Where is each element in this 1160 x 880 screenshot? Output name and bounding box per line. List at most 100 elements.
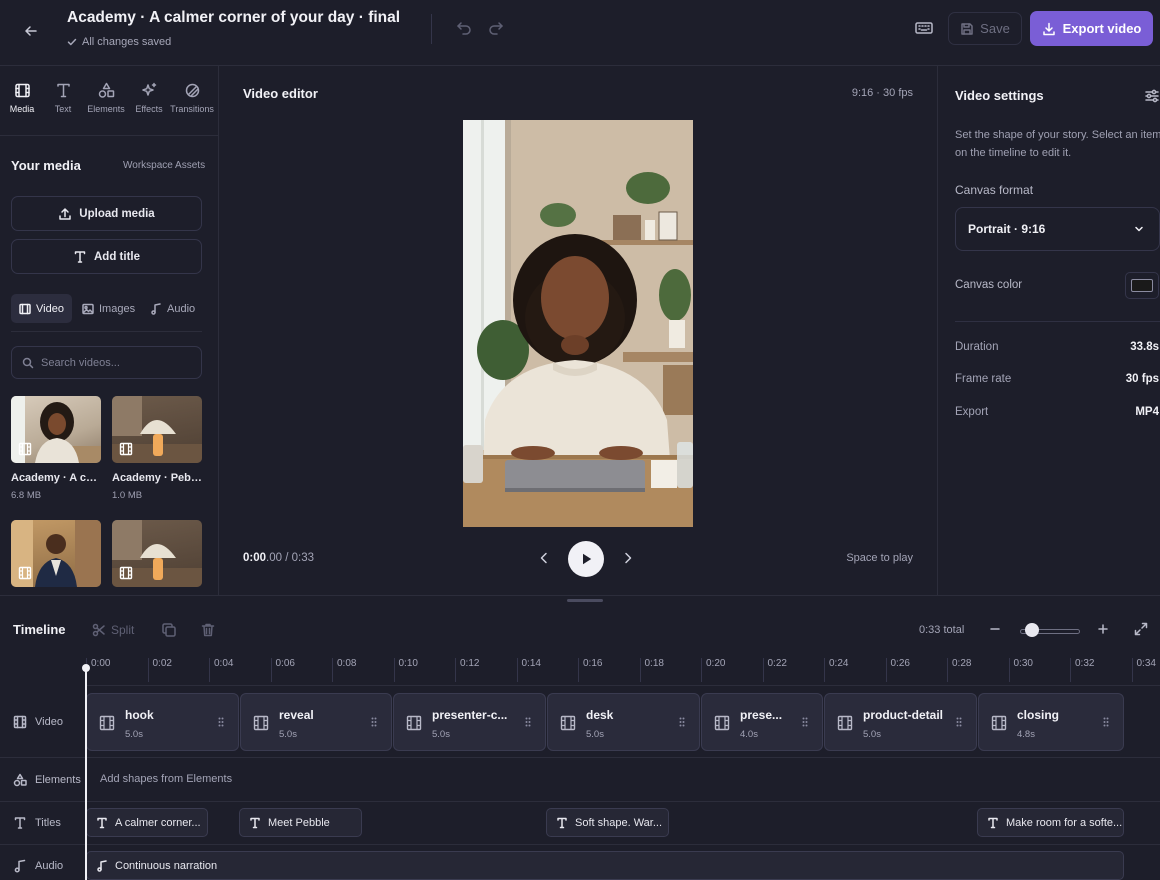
previous-clip-button[interactable]: [536, 550, 552, 566]
title-clip[interactable]: Make room for a softe...: [977, 808, 1124, 837]
video-clip[interactable]: reveal 5.0s: [240, 693, 392, 751]
ruler-tick: 0:26: [885, 658, 910, 682]
media-thumbnail[interactable]: [112, 396, 202, 463]
media-thumbnail[interactable]: [11, 396, 101, 463]
video-clip[interactable]: desk 5.0s: [547, 693, 700, 751]
play-button[interactable]: [568, 541, 604, 577]
arrow-left-icon: [25, 26, 37, 36]
image-icon: [82, 303, 94, 314]
stat-key: Export: [955, 406, 989, 418]
audio-clip[interactable]: Continuous narration: [86, 851, 1124, 880]
tool-tabs: Media Text Elements Effects Transitions: [0, 66, 218, 136]
undo-button[interactable]: [455, 19, 473, 37]
next-clip-button[interactable]: [620, 550, 636, 566]
save-button[interactable]: Save: [948, 12, 1022, 45]
split-button[interactable]: Split: [92, 623, 134, 637]
media-thumbnail[interactable]: [112, 520, 202, 587]
title-clip[interactable]: Meet Pebble: [239, 808, 362, 837]
canvas-format-select[interactable]: Portrait · 9:16: [955, 207, 1160, 251]
video-clip[interactable]: product-detail 5.0s: [824, 693, 977, 751]
plus-icon: [1098, 624, 1108, 634]
track-label-text: Elements: [35, 774, 81, 786]
drag-handle-icon: [1103, 717, 1109, 727]
video-clip[interactable]: prese... 4.0s: [701, 693, 823, 751]
delete-button[interactable]: [200, 622, 216, 638]
playhead-handle[interactable]: [82, 664, 90, 672]
title-clip[interactable]: Soft shape. War...: [546, 808, 669, 837]
tool-tab-elements[interactable]: Elements: [84, 82, 128, 114]
export-label: Export video: [1062, 21, 1142, 36]
time-ruler[interactable]: 0:00 0:02 0:04 0:06 0:08 0:10 0:12 0:14 …: [86, 652, 1160, 686]
text-icon: [56, 83, 70, 98]
canvas-format-value: Portrait · 9:16: [968, 222, 1046, 236]
media-tab-video[interactable]: Video: [11, 294, 72, 323]
current-time: 0:00: [243, 552, 267, 564]
settings-title: Video settings: [955, 88, 1044, 103]
text-icon: [74, 250, 86, 263]
tool-tab-media[interactable]: Media: [0, 82, 44, 114]
tool-tab-text[interactable]: Text: [41, 82, 85, 114]
ruler-tick: 0:24: [824, 658, 848, 682]
keyboard-shortcuts-button[interactable]: [914, 18, 934, 38]
tool-tab-label: Elements: [87, 104, 125, 114]
ruler-tick: 0:06: [270, 658, 295, 682]
ruler-tick: 0:22: [762, 658, 787, 682]
film-icon: [99, 715, 115, 731]
zoom-in-button[interactable]: [1096, 622, 1110, 636]
drag-handle-icon: [371, 717, 377, 727]
clip-duration: 5.0s: [586, 729, 604, 740]
track-label-text: Audio: [35, 860, 64, 872]
media-item-name: Academy · Pebble: [112, 472, 204, 484]
export-video-button[interactable]: Export video: [1030, 11, 1153, 46]
media-type-tabs: Video Images Audio: [11, 294, 202, 332]
video-clip[interactable]: presenter-c... 5.0s: [393, 693, 546, 751]
settings-sliders-button[interactable]: [1144, 88, 1160, 104]
video-clip[interactable]: hook 5.0s: [86, 693, 239, 751]
your-media-heading: Your media: [11, 158, 81, 173]
keyboard-icon: [915, 22, 933, 34]
media-tab-audio[interactable]: Audio: [142, 294, 203, 323]
playhead[interactable]: [85, 666, 87, 880]
media-item-size: 6.8 MB: [11, 490, 42, 501]
canvas-color-picker[interactable]: [1125, 272, 1159, 299]
search-videos-field[interactable]: [11, 346, 202, 379]
film-icon: [991, 715, 1007, 731]
workspace-assets-link[interactable]: Workspace Assets: [123, 160, 205, 171]
film-icon: [18, 566, 32, 580]
audio-clip-name: Continuous narration: [115, 859, 218, 872]
duplicate-button[interactable]: [161, 622, 177, 638]
redo-button[interactable]: [487, 19, 505, 37]
media-thumbnail[interactable]: [11, 520, 101, 587]
video-canvas[interactable]: [463, 120, 693, 527]
elements-track-hint[interactable]: Add shapes from Elements: [100, 773, 232, 785]
top-bar: Academy · A calmer corner of your day · …: [0, 0, 1160, 66]
add-title-button[interactable]: Add title: [11, 239, 202, 274]
resize-handle[interactable]: [567, 599, 603, 602]
split-label: Split: [111, 623, 135, 637]
tool-tab-transitions[interactable]: Transitions: [170, 82, 214, 114]
upload-media-button[interactable]: Upload media: [11, 196, 202, 231]
expand-icon: [1134, 622, 1148, 636]
search-videos-input[interactable]: [41, 356, 191, 369]
track-label-elements: Elements: [13, 773, 81, 787]
expand-timeline-button[interactable]: [1134, 622, 1148, 636]
title-clip-text: Meet Pebble: [268, 816, 330, 829]
title-clip[interactable]: A calmer corner...: [86, 808, 208, 837]
drag-handle-icon: [525, 717, 531, 727]
film-icon: [560, 715, 576, 731]
zoom-out-button[interactable]: [988, 622, 1002, 636]
zoom-slider-handle[interactable]: [1025, 623, 1039, 637]
drag-handle-icon: [802, 717, 808, 727]
title-clip-text: A calmer corner...: [115, 816, 201, 829]
media-tab-images[interactable]: Images: [74, 294, 143, 323]
stat-duration: Duration 33.8s: [955, 341, 1159, 353]
redo-icon: [489, 22, 503, 35]
back-button[interactable]: [18, 18, 44, 44]
project-title[interactable]: Academy · A calmer corner of your day · …: [67, 9, 412, 27]
clip-duration: 5.0s: [863, 729, 881, 740]
trash-icon: [201, 623, 215, 637]
music-icon: [97, 859, 107, 872]
text-icon: [250, 817, 260, 828]
video-clip[interactable]: closing 4.8s: [978, 693, 1124, 751]
tool-tab-effects[interactable]: Effects: [127, 82, 171, 114]
